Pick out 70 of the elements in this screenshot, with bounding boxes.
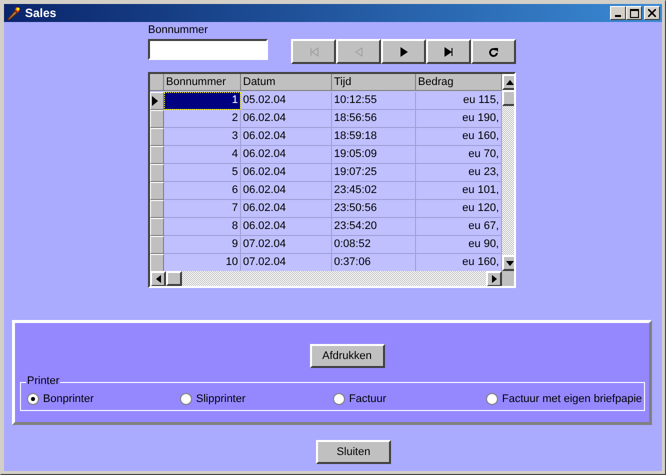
table-cell: 23:54:20: [332, 218, 416, 236]
scroll-thumb[interactable]: [502, 90, 514, 106]
table-cell: 0:08:52: [332, 236, 416, 254]
navigator-button[interactable]: [381, 39, 426, 64]
navigator-button[interactable]: [471, 39, 516, 64]
table-cell: 6: [164, 182, 241, 200]
last-record-icon: [444, 46, 454, 56]
scroll-left-icon: [156, 275, 160, 283]
scroll-up-icon: [506, 80, 514, 84]
close-icon: [648, 9, 656, 17]
table-cell: 23:50:56: [332, 200, 416, 218]
radio-button[interactable]: [333, 393, 345, 405]
scrollbar-corner: [502, 271, 514, 286]
radio-button[interactable]: [27, 393, 39, 405]
table-cell: 2: [164, 110, 241, 128]
table-cell: 05.02.04: [241, 92, 332, 110]
table-cell: 4: [164, 146, 241, 164]
table-cell: 06.02.04: [241, 200, 332, 218]
table-cell: 10:12:55: [332, 92, 416, 110]
print-button[interactable]: Afdrukken: [310, 344, 384, 368]
scroll-thumb[interactable]: [166, 271, 182, 286]
maximize-icon: [630, 8, 638, 18]
input-field[interactable]: [148, 39, 268, 60]
maximize-button[interactable]: [626, 6, 642, 20]
table-cell: 5: [164, 164, 241, 182]
table-cell: 9: [164, 236, 241, 254]
torch-icon: [6, 5, 22, 21]
radio-label[interactable]: Factuur: [349, 393, 386, 405]
header-corner: [150, 74, 164, 91]
radio-button[interactable]: [180, 393, 192, 405]
next-record-icon: [398, 46, 408, 56]
column-header[interactable]: Datum: [241, 74, 332, 91]
close-button[interactable]: [644, 6, 660, 20]
table-cell: 1: [164, 92, 241, 110]
first-record-icon: [308, 46, 318, 56]
table-cell: 06.02.04: [241, 128, 332, 146]
radio-label[interactable]: Factuur met eigen briefpapie: [502, 393, 642, 405]
horizontal-scrollbar[interactable]: [150, 271, 502, 286]
navigator-button[interactable]: [426, 39, 471, 64]
table-cell: 8: [164, 218, 241, 236]
table-cell: 06.02.04: [241, 146, 332, 164]
field-label: Bonnummer: [148, 24, 208, 37]
table-cell: 06.02.04: [241, 182, 332, 200]
scroll-down-icon: [506, 260, 514, 266]
table-cell: 19:07:25: [332, 164, 416, 182]
scroll-right-icon: [492, 275, 496, 283]
table-cell: 06.02.04: [241, 164, 332, 182]
column-header[interactable]: Tijd: [332, 74, 416, 91]
radio-button[interactable]: [486, 393, 498, 405]
current-row-icon: [151, 95, 159, 107]
table-cell: 19:05:09: [332, 146, 416, 164]
table-cell: 23:45:02: [332, 182, 416, 200]
prior-record-icon: [354, 46, 364, 56]
table-cell: 3: [164, 128, 241, 146]
table-cell: 18:56:56: [332, 110, 416, 128]
column-header[interactable]: Bedrag: [416, 74, 502, 91]
radio-label[interactable]: Slipprinter: [196, 393, 246, 405]
minimize-button[interactable]: [610, 6, 626, 20]
radio-label[interactable]: Bonprinter: [43, 393, 94, 405]
refresh-icon: [488, 46, 498, 56]
close-dialog-button[interactable]: Sluiten: [316, 440, 391, 464]
table-cell: 18:59:18: [332, 128, 416, 146]
window-title: Sales: [25, 6, 58, 20]
row-indicator[interactable]: [150, 92, 164, 110]
column-header[interactable]: Bonnummer: [164, 74, 241, 91]
table-cell: 7: [164, 200, 241, 218]
vertical-scrollbar[interactable]: [502, 74, 514, 271]
table-cell: 07.02.04: [241, 236, 332, 254]
table-cell: 06.02.04: [241, 110, 332, 128]
table-cell: 06.02.04: [241, 218, 332, 236]
